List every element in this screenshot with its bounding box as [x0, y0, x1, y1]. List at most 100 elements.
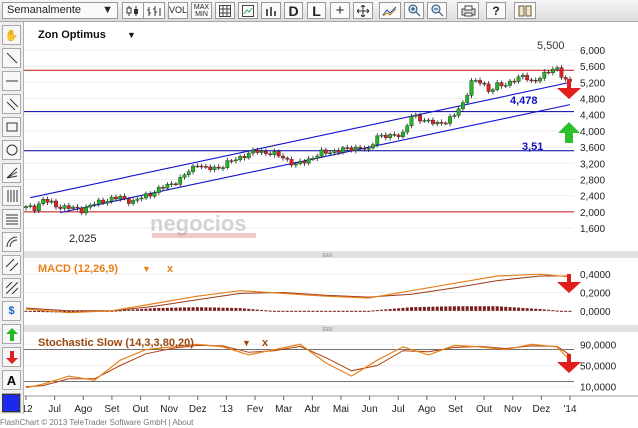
time-tick-label: Nov	[504, 404, 522, 415]
candle-body	[122, 196, 127, 199]
macd-histogram-bar	[410, 307, 414, 311]
candle-body	[396, 134, 401, 138]
level-351-label: 3,51	[522, 141, 543, 153]
circle-icon[interactable]	[2, 140, 21, 160]
draw-line-button[interactable]: D	[284, 2, 303, 19]
candle-body	[353, 146, 358, 151]
line-icon[interactable]	[2, 48, 21, 68]
macd-histogram-bar	[328, 310, 332, 312]
min-max-button[interactable]: MAX MIN	[191, 2, 212, 19]
candle-body	[105, 201, 110, 204]
candle-body	[315, 155, 320, 159]
chart-type-icon[interactable]	[238, 2, 258, 19]
rectangle-icon[interactable]	[2, 117, 21, 137]
candle-body	[109, 196, 114, 202]
compare-icon[interactable]	[261, 2, 281, 19]
macd-histogram-bar	[178, 307, 182, 311]
chevron-down-icon[interactable]: ▼	[127, 30, 136, 40]
macd-histogram-bar	[234, 307, 238, 311]
candlestick-icon[interactable]	[122, 2, 144, 19]
time-tick-label: Jul	[48, 404, 61, 415]
time-tick-label: Dez	[532, 404, 550, 415]
candle-body	[478, 80, 482, 84]
macd-histogram-bar	[547, 309, 551, 311]
macd-histogram-bar	[285, 310, 289, 312]
hand-icon[interactable]: ✋	[2, 25, 21, 45]
drag-handle-icon[interactable]: ≡≡≡	[322, 253, 333, 259]
move-icon[interactable]	[353, 2, 373, 19]
color-picker[interactable]	[2, 394, 20, 412]
remove-indicator-icon[interactable]: x	[262, 337, 269, 349]
macd-histogram-bar	[33, 310, 37, 312]
macd-histogram-bar	[350, 310, 354, 312]
candle-body	[285, 157, 290, 160]
zoom-in-icon[interactable]	[404, 2, 424, 19]
price-tick-label: 2,800	[580, 175, 605, 186]
candle-body	[212, 166, 217, 170]
candle-body	[259, 150, 264, 153]
macd-histogram-bar	[474, 306, 478, 311]
macd-histogram-bar	[439, 306, 443, 311]
arc-icon[interactable]	[2, 232, 21, 252]
regression-icon[interactable]	[2, 278, 21, 298]
macd-histogram-bar	[512, 307, 516, 311]
candle-body	[251, 149, 255, 154]
drag-handle-icon[interactable]: ≡≡≡	[322, 327, 333, 333]
price-tick-label: 5,600	[580, 62, 605, 73]
remove-indicator-icon[interactable]: x	[167, 263, 174, 275]
price-tick-label: 4,800	[580, 95, 605, 106]
arrow-down-icon[interactable]	[2, 347, 21, 367]
time-tick-label: Out	[132, 404, 148, 415]
macd-histogram-bar	[542, 309, 546, 311]
macd-histogram-bar	[457, 306, 461, 311]
candle-body	[32, 205, 37, 211]
text-icon[interactable]: A	[2, 370, 21, 390]
candle-body	[508, 80, 512, 86]
time-tick-label: Fev	[247, 404, 264, 415]
macd-histogram-bar	[491, 306, 495, 311]
help-icon[interactable]: ?	[486, 2, 506, 19]
candle-body	[182, 174, 187, 178]
level-5500-label: 5,500	[537, 40, 565, 52]
book-icon[interactable]	[514, 2, 536, 19]
horizontal-line-icon[interactable]	[2, 71, 21, 91]
candle-body	[520, 74, 525, 78]
candle-body	[36, 203, 41, 211]
chevron-down-icon[interactable]: ▼	[142, 264, 151, 274]
macd-histogram-bar	[414, 307, 418, 311]
grid-icon[interactable]	[215, 2, 235, 19]
crosshair-icon[interactable]: +	[330, 2, 350, 19]
candle-body	[362, 148, 367, 150]
volume-button[interactable]: VOL	[168, 2, 188, 19]
price-chart[interactable]: negocios Zon Optimus ▼ 5,500 4,478 3,51 …	[24, 22, 638, 420]
parallel-lines-icon[interactable]	[2, 94, 21, 114]
macd-histogram-bar	[320, 310, 324, 312]
arrow-up-icon[interactable]	[2, 324, 21, 344]
macd-histogram-bar	[354, 310, 358, 312]
stochastic-tick-label: 50,0000	[580, 362, 617, 373]
drawing-tools-sidebar: ✋ $ A	[0, 22, 24, 414]
period-dropdown[interactable]: Semanalmente ▼	[2, 2, 118, 19]
channel-icon[interactable]	[2, 255, 21, 275]
text-annotation-icon[interactable]: $	[2, 301, 21, 321]
macd-histogram-bar	[127, 309, 131, 311]
fan-icon[interactable]	[2, 163, 21, 183]
log-scale-button[interactable]: L	[307, 2, 326, 19]
candle-body	[216, 166, 221, 169]
macd-histogram-bar	[302, 310, 306, 312]
time-tick-label: '14	[563, 404, 576, 415]
candle-body	[92, 203, 97, 206]
trend-icon[interactable]	[379, 2, 401, 19]
fibonacci-icon[interactable]	[2, 186, 21, 206]
retracement-icon[interactable]	[2, 209, 21, 229]
zoom-out-icon[interactable]	[427, 2, 447, 19]
print-icon[interactable]	[457, 2, 479, 19]
chevron-down-icon[interactable]: ▼	[242, 338, 251, 348]
macd-histogram-bar	[495, 306, 499, 311]
bar-chart-icon[interactable]	[143, 2, 165, 19]
candle-body	[41, 199, 46, 204]
candle-body	[349, 147, 354, 151]
macd-histogram-bar	[551, 310, 555, 312]
candle-body	[388, 134, 392, 139]
time-tick-label: Mar	[275, 404, 293, 415]
